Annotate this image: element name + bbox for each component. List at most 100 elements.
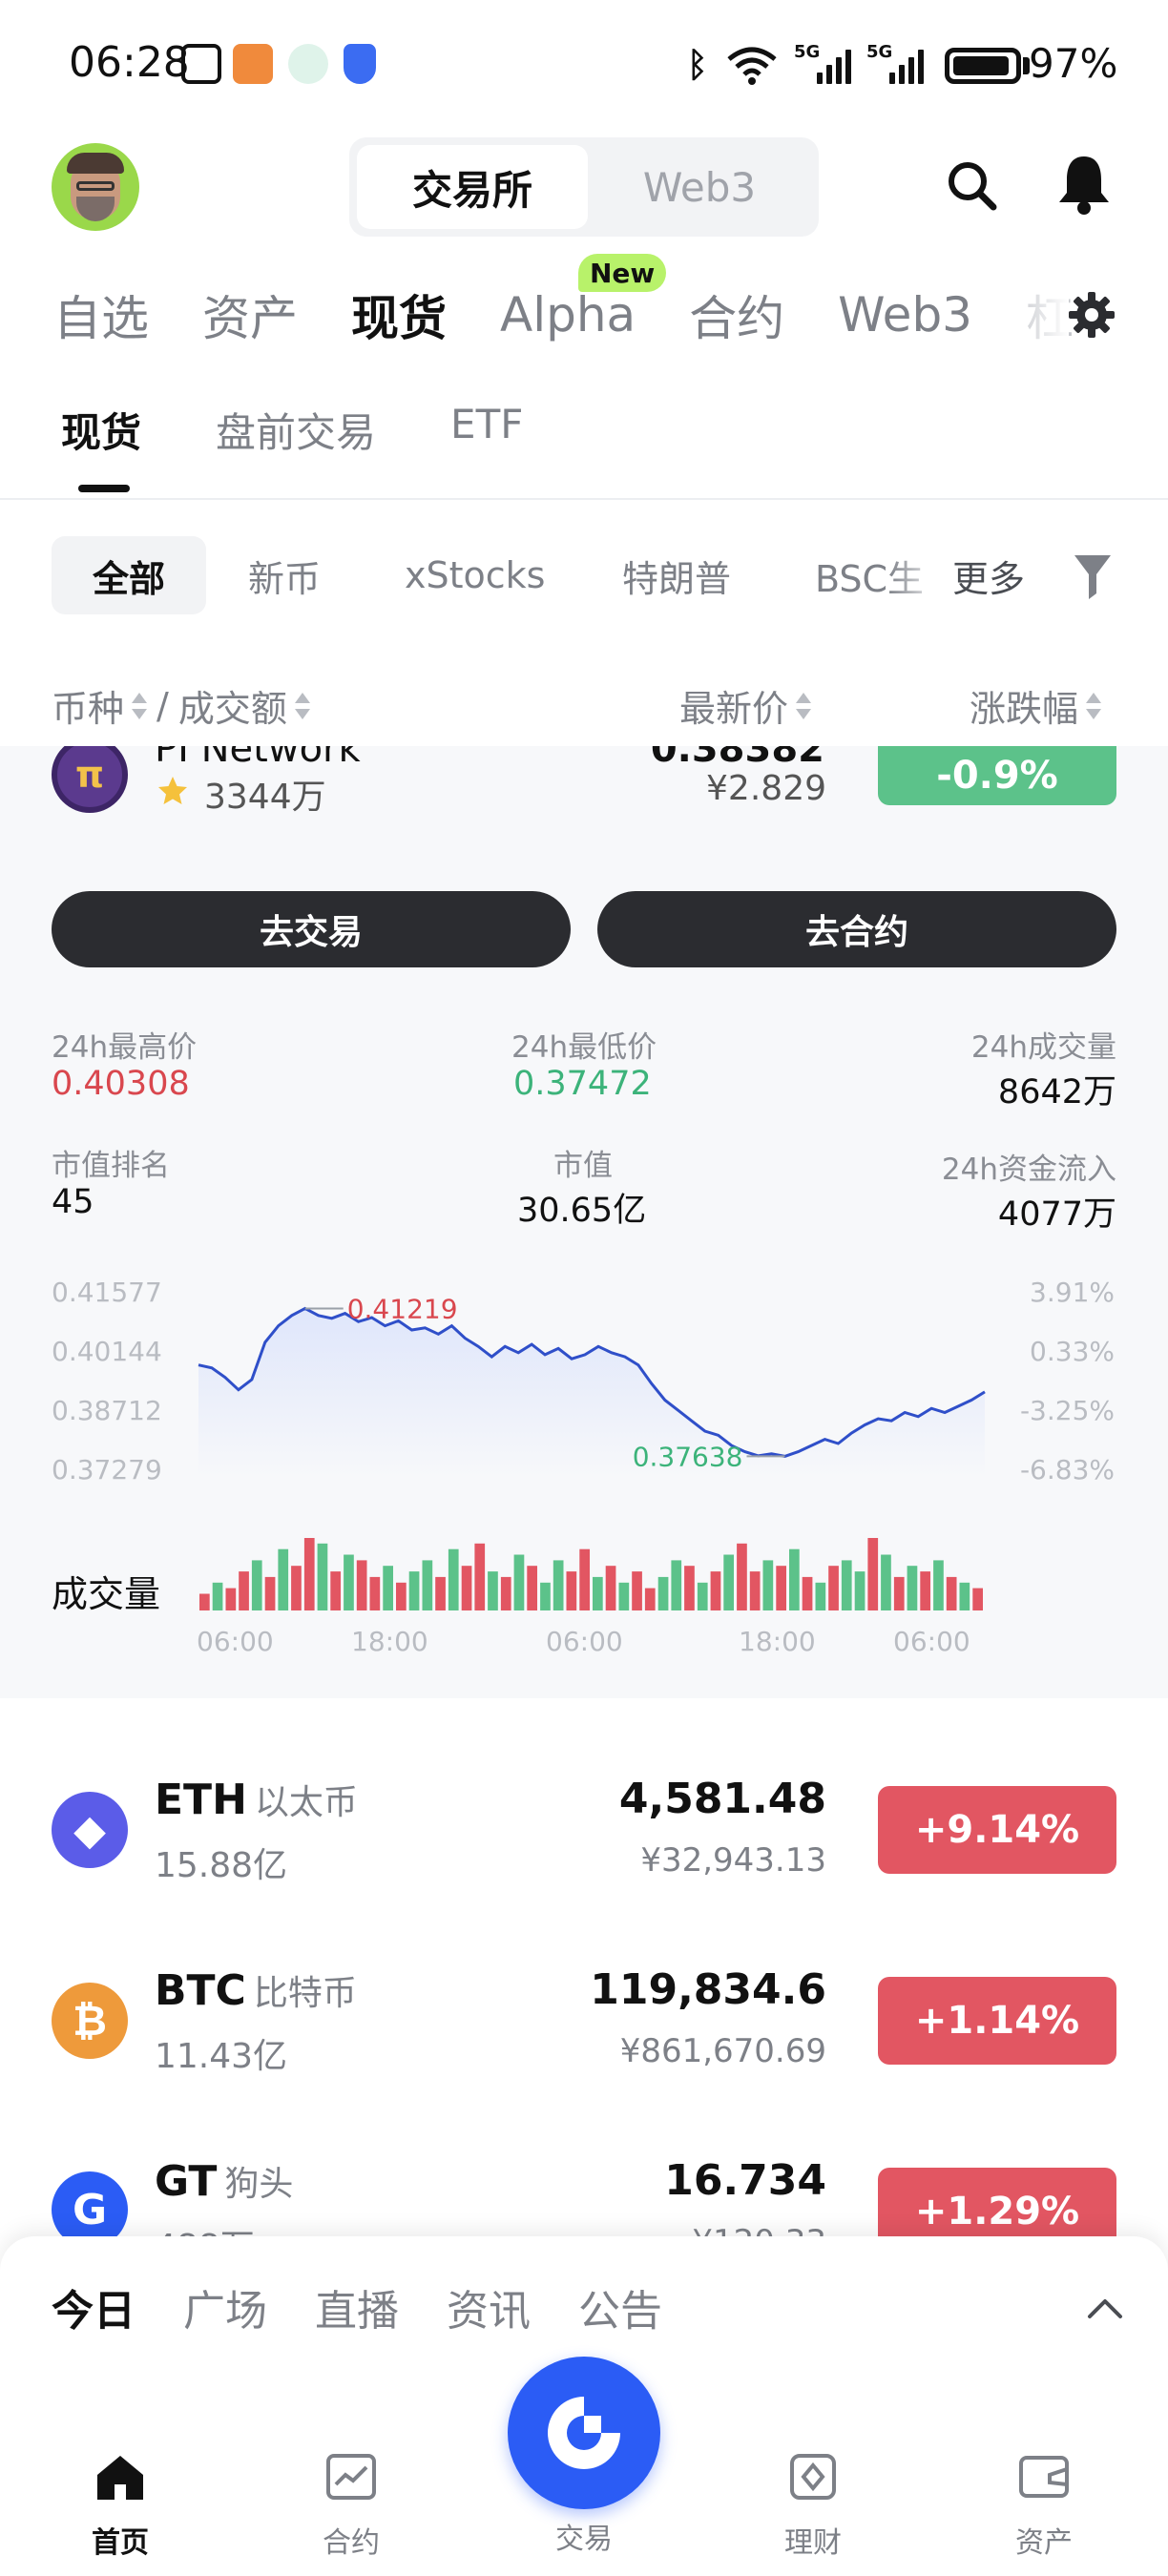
home-icon <box>97 2456 143 2500</box>
nav-home[interactable]: 首页 <box>63 2448 177 2561</box>
chevron-up-icon[interactable] <box>1086 2296 1124 2320</box>
avatar[interactable] <box>52 143 139 231</box>
feed-tab-news[interactable]: 资讯 <box>447 2276 531 2337</box>
chart-icon <box>326 2454 376 2500</box>
volume-bar <box>527 1566 537 1610</box>
coin-volume: 15.88亿 <box>155 1846 288 1885</box>
volume-bar <box>344 1554 354 1610</box>
volume-bar <box>762 1560 774 1610</box>
volume-bar <box>264 1576 276 1610</box>
volume-bar <box>854 1571 866 1610</box>
chip-xstocks[interactable]: xStocks <box>405 536 545 614</box>
volume-bar <box>396 1582 407 1610</box>
time-tick: 06:00 <box>197 1626 274 1657</box>
volume-bar <box>291 1566 302 1610</box>
tree-notify-icon <box>288 44 328 84</box>
volume-bar <box>408 1571 420 1610</box>
nav-assets[interactable]: 资产 <box>987 2448 1101 2561</box>
volume-bar <box>500 1576 511 1610</box>
nav-finance[interactable]: 理财 <box>756 2448 870 2561</box>
feed-tab-today[interactable]: 今日 <box>52 2276 136 2337</box>
tab-spot[interactable]: 现货 <box>351 280 447 349</box>
column-volume: 成交额 <box>177 688 287 730</box>
volume-bar <box>946 1576 957 1610</box>
volume-bar <box>225 1588 237 1610</box>
volume-bar <box>566 1571 577 1610</box>
segment-exchange[interactable]: 交易所 <box>357 145 588 229</box>
volume-bar <box>972 1588 983 1610</box>
search-icon[interactable] <box>945 158 998 212</box>
time-tick: 18:00 <box>351 1626 428 1657</box>
volume-bar <box>303 1538 315 1610</box>
coin-price: 119,834.6 <box>590 1965 826 2014</box>
volume-bar <box>317 1543 328 1610</box>
volume-bar <box>422 1560 433 1610</box>
chip-new-coins[interactable]: 新币 <box>248 536 321 614</box>
tab-favorites[interactable]: 自选 <box>53 280 149 349</box>
tab-web3[interactable]: Web3 <box>838 287 972 343</box>
bell-icon[interactable] <box>1055 153 1113 216</box>
coin-symbol: GT 狗头 <box>155 2157 294 2206</box>
volume-bar <box>356 1560 367 1610</box>
volume-bar <box>776 1566 786 1610</box>
subtab-premarket[interactable]: 盘前交易 <box>216 401 376 459</box>
volume-bar <box>671 1560 682 1610</box>
nav-label: 首页 <box>92 2526 149 2560</box>
new-badge: New <box>578 254 667 292</box>
subtab-etf[interactable]: ETF <box>450 401 523 459</box>
bluetooth-icon: ᛒ <box>687 46 708 85</box>
nav-label: 交易 <box>555 2523 613 2556</box>
column-change[interactable]: 涨跌幅 <box>970 679 1102 732</box>
segment-web3[interactable]: Web3 <box>588 145 811 229</box>
volume-bar <box>593 1576 603 1610</box>
feed-tab-square[interactable]: 广场 <box>183 2276 267 2337</box>
feed-tab-live[interactable]: 直播 <box>315 2276 399 2337</box>
volume-bar <box>881 1554 891 1610</box>
volume-bar <box>618 1582 630 1610</box>
price-line-chart[interactable]: 0.41219 0.37638 <box>0 746 1168 1698</box>
tab-futures[interactable]: 合约 <box>689 280 784 349</box>
chip-all[interactable]: 全部 <box>52 536 206 614</box>
coin-change[interactable]: +1.14% <box>878 1977 1116 2065</box>
volume-bar <box>933 1560 944 1610</box>
sort-icon <box>796 691 812 721</box>
volume-bar <box>474 1543 486 1610</box>
wifi-icon <box>727 47 777 85</box>
coin-symbol: BTC 比特币 <box>155 1966 357 2015</box>
filter-icon[interactable] <box>1071 550 1115 603</box>
volume-bar <box>330 1571 341 1610</box>
spot-subtabs: 现货 盘前交易 ETF <box>61 401 597 459</box>
nfc-icon <box>181 44 221 84</box>
volume-bar <box>199 1593 210 1610</box>
column-coin-volume[interactable]: 币种 / 成交额 <box>52 679 310 732</box>
volume-bar <box>684 1566 695 1610</box>
time-tick: 18:00 <box>739 1626 816 1657</box>
volume-bar <box>697 1582 708 1610</box>
signal-icon-1 <box>817 46 851 84</box>
chip-trump[interactable]: 特朗普 <box>622 536 731 614</box>
gear-icon[interactable] <box>1065 288 1118 342</box>
volume-bar <box>251 1560 262 1610</box>
coin-price: 4,581.48 <box>618 1775 826 1823</box>
finance-icon <box>790 2454 836 2500</box>
column-price[interactable]: 最新价 <box>679 679 812 732</box>
nav-contract[interactable]: 合约 <box>294 2448 408 2561</box>
volume-bar <box>723 1554 734 1610</box>
volume-bar <box>710 1571 721 1610</box>
eth-logo-icon: ◆ <box>52 1792 128 1868</box>
feed-tab-announcement[interactable]: 公告 <box>578 2276 662 2337</box>
volume-bar <box>605 1566 616 1610</box>
volume-bar <box>461 1566 472 1610</box>
volume-bar <box>893 1576 905 1610</box>
volume-bar <box>513 1554 525 1610</box>
trade-fab-button[interactable] <box>508 2357 660 2509</box>
tab-alpha[interactable]: Alpha <box>500 287 636 343</box>
volume-bar <box>737 1543 747 1610</box>
tab-assets[interactable]: 资产 <box>202 280 298 349</box>
chip-more[interactable]: 更多 <box>952 536 1025 614</box>
subtab-spot[interactable]: 现货 <box>61 401 141 459</box>
coin-volume: 11.43亿 <box>155 2037 288 2076</box>
coin-change[interactable]: +9.14% <box>878 1786 1116 1874</box>
coin-price: 16.734 <box>664 2156 826 2205</box>
coin-cny: ¥32,943.13 <box>640 1841 826 1880</box>
